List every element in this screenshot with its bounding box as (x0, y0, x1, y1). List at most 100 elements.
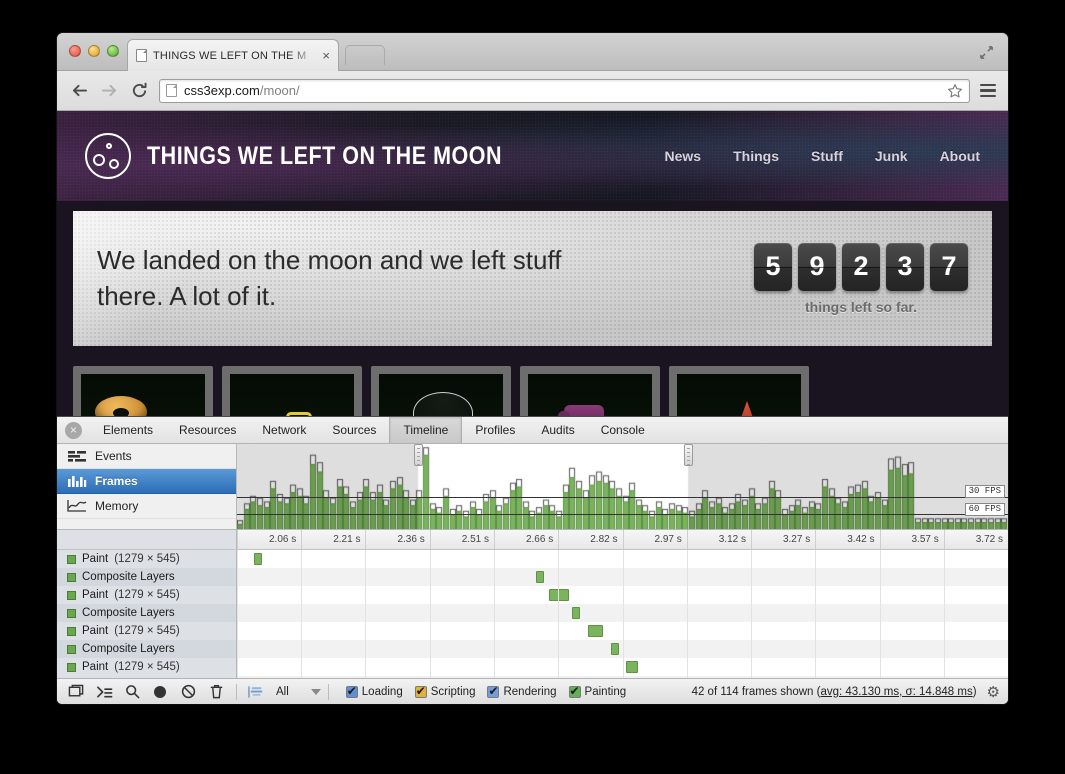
selection-handle-right[interactable] (684, 444, 693, 466)
record-name-row[interactable]: Paint(1279 × 545) (57, 622, 236, 640)
timeline-mode-sidebar: Events Frames Memory (57, 444, 237, 529)
trash-icon[interactable] (203, 681, 229, 703)
url-bar[interactable]: css3exp.com/moon/ (159, 79, 970, 103)
new-tab-button[interactable] (345, 45, 385, 65)
gear-icon[interactable]: ⚙ (987, 683, 1000, 701)
nav-link-things[interactable]: Things (733, 148, 779, 164)
nav-link-junk[interactable]: Junk (875, 148, 908, 164)
counter-digit: 3 (886, 243, 924, 291)
sidebar-item-label: Frames (95, 474, 138, 488)
clear-disable-icon[interactable] (175, 681, 201, 703)
ruler-tick: 3.42 s (815, 530, 879, 549)
ruler-tick: 3.57 s (880, 530, 944, 549)
console-drawer-icon[interactable] (91, 681, 117, 703)
checkbox-box (487, 686, 499, 698)
devtools-close-icon[interactable]: × (65, 422, 82, 439)
lane-gridline (558, 550, 559, 678)
counter-digit: 9 (798, 243, 836, 291)
record-bar[interactable] (536, 571, 544, 583)
record-icon[interactable] (147, 681, 173, 703)
page-security-icon (166, 84, 177, 97)
browser-tabstrip: THINGS WE LEFT ON THE M × (57, 33, 1008, 71)
nav-link-about[interactable]: About (940, 148, 980, 164)
close-window-button[interactable] (69, 45, 81, 57)
sidebar-item-label: Events (95, 449, 132, 463)
lane-gridline (623, 550, 624, 678)
tab-title: THINGS WE LEFT ON THE M (153, 50, 318, 62)
nav-link-stuff[interactable]: Stuff (811, 148, 843, 164)
record-name-row[interactable]: Composite Layers (57, 640, 236, 658)
window-controls[interactable] (69, 45, 119, 57)
record-bar[interactable] (254, 553, 262, 565)
frames-status-text: 42 of 114 frames shown (avg: 43.130 ms, … (692, 686, 977, 698)
record-bar[interactable] (626, 661, 638, 673)
ruler-ticks: 2.06 s2.21 s2.36 s2.51 s2.66 s2.82 s2.97… (237, 530, 1008, 549)
ruler-tick: 2.51 s (430, 530, 494, 549)
status-suffix: ) (973, 686, 977, 698)
fullscreen-icon[interactable] (979, 45, 994, 60)
url-domain: css3exp.com (184, 83, 260, 98)
sidebar-item-events[interactable]: Events (57, 444, 236, 469)
lane-gridline (815, 550, 816, 678)
record-bar[interactable] (611, 643, 619, 655)
record-name-row[interactable]: Composite Layers (57, 604, 236, 622)
tab-resources[interactable]: Resources (166, 417, 249, 443)
checkbox-rendering[interactable]: Rendering (487, 686, 556, 698)
browser-menu-icon[interactable] (980, 84, 996, 98)
lane-gridline (880, 550, 881, 678)
tab-audits[interactable]: Audits (528, 417, 587, 443)
category-checkboxes: Loading Scripting Rendering Paintin (346, 686, 626, 698)
checkbox-painting[interactable]: Painting (569, 686, 627, 698)
checkbox-loading[interactable]: Loading (346, 686, 403, 698)
checkbox-label: Scripting (431, 686, 476, 698)
dock-side-icon[interactable] (63, 681, 89, 703)
record-name-row[interactable]: Paint(1279 × 545) (57, 586, 236, 604)
record-bar[interactable] (572, 607, 580, 619)
ruler-tick: 2.36 s (365, 530, 429, 549)
lane-gridline (687, 550, 688, 678)
flame-chart-icon[interactable] (244, 681, 270, 703)
frames-bar-canvas (237, 444, 1008, 529)
sidebar-item-memory[interactable]: Memory (57, 494, 236, 519)
page-icon (136, 49, 147, 62)
moon-logo-icon (85, 133, 131, 179)
sidebar-item-frames[interactable]: Frames (57, 469, 236, 494)
zoom-window-button[interactable] (107, 45, 119, 57)
close-icon[interactable]: × (322, 48, 330, 63)
devtools-statusbar: All Loading Scripting (57, 678, 1008, 704)
lane-gridline (944, 550, 945, 678)
record-name-row[interactable]: Paint(1279 × 545) (57, 658, 236, 676)
filter-select[interactable]: All (272, 686, 321, 698)
minimize-window-button[interactable] (88, 45, 100, 57)
record-color-swatch (67, 573, 76, 582)
nav-link-news[interactable]: News (665, 148, 702, 164)
fps-60-label: 60 FPS (965, 503, 1005, 516)
tab-network[interactable]: Network (249, 417, 319, 443)
tab-elements[interactable]: Elements (90, 417, 166, 443)
selection-handle-left[interactable] (414, 444, 423, 466)
forward-icon[interactable] (99, 81, 119, 101)
sidebar-item-label: Memory (95, 499, 138, 513)
status-link: avg: 43.130 ms, σ: 14.848 ms (820, 686, 972, 698)
events-icon (67, 449, 87, 463)
record-color-swatch (67, 645, 76, 654)
tab-sources[interactable]: Sources (319, 417, 389, 443)
record-bar[interactable] (588, 625, 603, 637)
fps-30-label: 30 FPS (965, 485, 1005, 498)
frames-overview-chart[interactable]: 30 FPS 60 FPS (237, 444, 1008, 529)
record-name-row[interactable]: Composite Layers (57, 568, 236, 586)
tab-timeline[interactable]: Timeline (389, 417, 462, 443)
lane-gridline (301, 550, 302, 678)
tab-console[interactable]: Console (588, 417, 658, 443)
record-label: Composite Layers (82, 643, 175, 655)
browser-tab[interactable]: THINGS WE LEFT ON THE M × (127, 39, 339, 71)
record-label: Paint (82, 589, 108, 601)
reload-icon[interactable] (129, 81, 149, 101)
checkbox-scripting[interactable]: Scripting (415, 686, 476, 698)
record-name-row[interactable]: Paint(1279 × 545) (57, 550, 236, 568)
search-icon[interactable] (119, 681, 145, 703)
back-icon[interactable] (69, 81, 89, 101)
record-lane-column[interactable] (237, 550, 1008, 678)
tab-profiles[interactable]: Profiles (462, 417, 528, 443)
bookmark-star-icon[interactable] (947, 83, 963, 99)
